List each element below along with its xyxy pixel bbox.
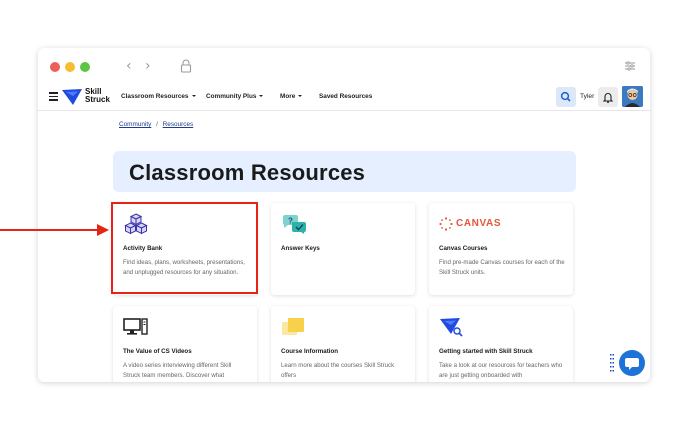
card-description: Find pre-made Canvas courses for each of… <box>439 259 565 276</box>
menu-label: Community Plus <box>206 93 257 100</box>
card-answer-keys[interactable]: ? Answer Keys <box>271 203 415 295</box>
breadcrumb-community-link[interactable]: Community <box>119 121 151 128</box>
forward-arrow-icon[interactable]: › <box>145 58 151 74</box>
card-description: Learn more about the courses Skill Struc… <box>281 362 395 379</box>
browser-titlebar: ‹ › <box>38 48 650 84</box>
annotation-arrow-head <box>97 224 109 236</box>
page-title-banner: Classroom Resources <box>113 151 576 192</box>
card-description: Take a look at our resources for teacher… <box>439 362 563 379</box>
card-value-of-cs-videos[interactable]: The Value of CS Videos A video series in… <box>113 306 257 382</box>
user-name[interactable]: Tyler <box>580 93 594 100</box>
chat-bubble-icon <box>625 358 639 370</box>
menu-label: Saved Resources <box>319 93 373 100</box>
drag-handle-icon[interactable] <box>610 354 614 372</box>
card-title: The Value of CS Videos <box>123 348 192 355</box>
maximize-window-dot[interactable] <box>80 62 90 72</box>
breadcrumb-separator: / <box>156 121 158 128</box>
app-navbar: Skill Struck Classroom Resources Communi… <box>38 84 650 111</box>
minimize-window-dot[interactable] <box>65 62 75 72</box>
menu-label: Classroom Resources <box>121 93 189 100</box>
menu-saved-resources[interactable]: Saved Resources <box>319 93 372 100</box>
caret-down-icon <box>259 95 264 98</box>
brand-name[interactable]: Skill Struck <box>85 88 110 103</box>
settings-sliders-icon[interactable] <box>624 60 636 72</box>
menu-classroom-resources[interactable]: Classroom Resources <box>121 93 196 100</box>
caret-down-icon <box>298 95 303 98</box>
hamburger-menu-icon[interactable] <box>49 92 58 101</box>
caret-down-icon <box>191 95 196 98</box>
menu-community-plus[interactable]: Community Plus <box>206 93 264 100</box>
card-title: Canvas Courses <box>439 245 488 252</box>
search-icon <box>560 91 571 102</box>
computer-icon <box>123 318 148 335</box>
brand-line-2: Struck <box>85 94 110 104</box>
avatar[interactable] <box>622 86 643 107</box>
card-title: Course Information <box>281 348 339 355</box>
browser-window: ‹ › Skill Struck Classroom Resources Com… <box>38 48 650 382</box>
question-chat-icon: ? <box>282 215 306 234</box>
menu-more[interactable]: More <box>280 93 303 100</box>
lock-icon <box>180 59 192 73</box>
chat-support-button[interactable] <box>619 350 645 376</box>
canvas-logo-text: CANVAS <box>456 218 502 229</box>
card-title: Getting started with Skill Struck <box>439 348 533 355</box>
page-title: Classroom Resources <box>129 160 366 185</box>
breadcrumb-resources-link[interactable]: Resources <box>163 121 194 128</box>
card-getting-started[interactable]: Getting started with Skill Struck Take a… <box>429 306 573 382</box>
notes-icon <box>282 318 304 335</box>
notifications-button[interactable] <box>598 87 618 107</box>
rocket-icon <box>440 318 463 337</box>
card-canvas-courses[interactable]: CANVAS Canvas Courses Find pre-made Canv… <box>429 203 573 295</box>
annotation-arrow <box>0 229 98 231</box>
search-button[interactable] <box>556 87 576 107</box>
card-title: Answer Keys <box>281 245 320 252</box>
card-course-information[interactable]: Course Information Learn more about the … <box>271 306 415 382</box>
avatar-portrait-icon <box>622 86 643 107</box>
bell-icon <box>602 93 614 104</box>
back-arrow-icon[interactable]: ‹ <box>126 58 132 74</box>
menu-label: More <box>280 93 296 100</box>
canvas-logo: CANVAS <box>439 213 509 235</box>
card-description: A video series interviewing different Sk… <box>123 362 232 379</box>
canvas-ring-icon <box>439 217 453 231</box>
breadcrumb: Community / Resources <box>119 121 193 128</box>
skill-struck-logo-icon[interactable] <box>62 88 82 106</box>
activity-bank-highlight-box <box>111 202 258 294</box>
close-window-dot[interactable] <box>50 62 60 72</box>
